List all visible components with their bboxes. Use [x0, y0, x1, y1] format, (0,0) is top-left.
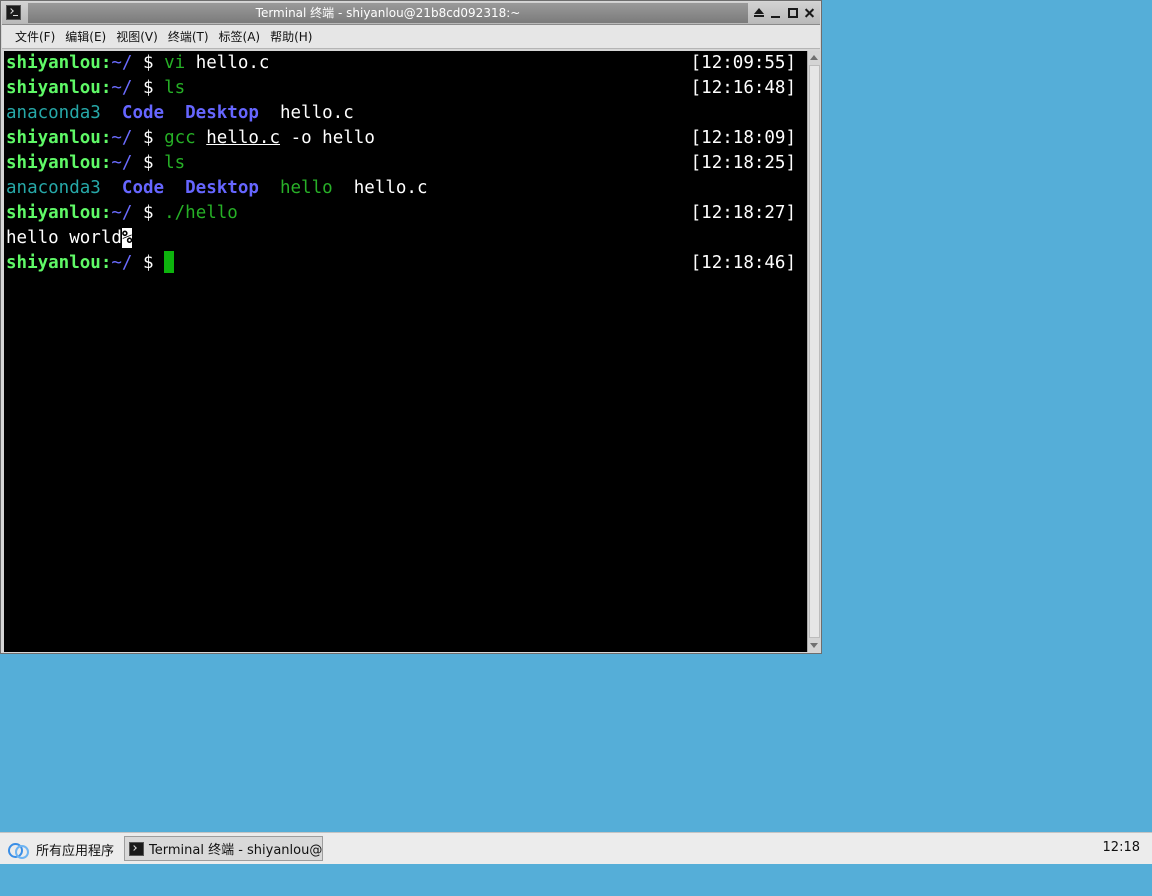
output-entry: Desktop [185, 178, 259, 198]
taskbar-window-label: Terminal 终端 - shiyanlou@··· [149, 843, 323, 858]
command: gcc [164, 128, 196, 148]
terminal-line: shiyanlou:~/ $ [12:18:46] [4, 251, 807, 276]
command-args: -o hello [290, 128, 375, 148]
prompt-user: shiyanlou [6, 203, 101, 223]
title-area[interactable]: Terminal 终端 - shiyanlou@21b8cd092318:~ [28, 3, 748, 23]
menu-terminal[interactable]: 终端(T) [163, 28, 214, 46]
prompt-path: ~/ [111, 53, 133, 73]
output-entry: Desktop [185, 103, 259, 123]
terminal-line: shiyanlou:~/ $ ls [12:16:48] [4, 76, 807, 101]
clock[interactable]: 12:18 [1103, 840, 1140, 855]
timestamp: [12:18:25] [690, 153, 796, 173]
prompt-symbol: $ [143, 203, 154, 223]
terminal-line: shiyanlou:~/ $ vi hello.c [12:09:55] [4, 51, 807, 76]
prompt-user: shiyanlou [6, 253, 101, 273]
output-entry: hello.c [353, 178, 428, 198]
menu-tabs[interactable]: 标签(A) [214, 28, 266, 46]
title-bar[interactable]: Terminal 终端 - shiyanlou@21b8cd092318:~ [2, 2, 820, 25]
terminal-line: shiyanlou:~/ $ gcc hello.c -o hello [12:1… [4, 126, 807, 151]
terminal-app-icon [129, 841, 144, 856]
window-controls [750, 4, 818, 22]
command: ./hello [164, 203, 238, 223]
prompt-user: shiyanlou [6, 128, 101, 148]
prompt-user: shiyanlou [6, 78, 101, 98]
prompt-path: ~/ [111, 203, 133, 223]
timestamp: [12:18:46] [690, 253, 796, 273]
text-cursor [164, 251, 175, 273]
terminal-screen[interactable]: shiyanlou:~/ $ vi hello.c [12:09:55] shiy… [4, 51, 807, 652]
scroll-up-icon[interactable] [808, 51, 821, 64]
taskbar: 所有应用程序 Terminal 终端 - shiyanlou@··· 12:18 [0, 832, 1152, 864]
command-file-arg: hello.c [206, 128, 281, 148]
applications-menu-label: 所有应用程序 [36, 843, 115, 859]
command-args: hello.c [195, 53, 270, 73]
output-entry: anaconda3 [6, 103, 101, 123]
terminal-app-icon[interactable] [6, 5, 21, 20]
shade-icon[interactable] [750, 4, 767, 22]
menu-file[interactable]: 文件(F) [10, 28, 60, 46]
menu-help[interactable]: 帮助(H) [265, 28, 317, 46]
terminal-output-line: anaconda3 Code Desktop hello.c [4, 101, 807, 126]
terminal-line: shiyanlou:~/ $ ls [12:18:25] [4, 151, 807, 176]
output-entry: Code [121, 178, 165, 198]
prompt-path: ~/ [111, 153, 133, 173]
menu-bar: 文件(F) 编辑(E) 视图(V) 终端(T) 标签(A) 帮助(H) [2, 25, 820, 49]
program-output: hello world [6, 228, 122, 248]
terminal-window[interactable]: Terminal 终端 - shiyanlou@21b8cd092318:~ 文… [0, 0, 822, 654]
command: vi [164, 53, 186, 73]
minimize-icon[interactable] [767, 4, 784, 22]
menu-view[interactable]: 视图(V) [111, 28, 163, 46]
menu-edit[interactable]: 编辑(E) [60, 28, 111, 46]
scroll-down-icon[interactable] [808, 639, 821, 652]
prompt-symbol: $ [143, 78, 154, 98]
window-title: Terminal 终端 - shiyanlou@21b8cd092318:~ [255, 6, 521, 20]
prompt-path: ~/ [111, 128, 133, 148]
output-entry: anaconda3 [6, 178, 101, 198]
timestamp: [12:09:55] [690, 53, 796, 73]
prompt-path: ~/ [111, 78, 133, 98]
scroll-thumb[interactable] [809, 65, 820, 638]
no-newline-marker: % [121, 228, 133, 248]
prompt-symbol: $ [143, 253, 154, 273]
timestamp: [12:18:27] [690, 203, 796, 223]
output-entry: hello [279, 178, 333, 198]
command: ls [164, 153, 186, 173]
timestamp: [12:18:09] [690, 128, 796, 148]
prompt-path: ~/ [111, 253, 133, 273]
taskbar-window-terminal[interactable]: Terminal 终端 - shiyanlou@··· [124, 836, 323, 861]
prompt-user: shiyanlou [6, 53, 101, 73]
timestamp: [12:16:48] [690, 78, 796, 98]
terminal-line: shiyanlou:~/ $ ./hello [12:18:27] [4, 201, 807, 226]
maximize-icon[interactable] [784, 4, 801, 22]
prompt-symbol: $ [143, 53, 154, 73]
prompt-symbol: $ [143, 153, 154, 173]
command: ls [164, 78, 186, 98]
terminal-output-line: anaconda3 Code Desktop hello hello.c [4, 176, 807, 201]
prompt-user: shiyanlou [6, 153, 101, 173]
output-entry: Code [121, 103, 165, 123]
applications-menu-button[interactable]: 所有应用程序 [4, 837, 120, 861]
vertical-scrollbar[interactable] [807, 51, 821, 652]
close-icon[interactable] [801, 4, 818, 22]
terminal-output-line: hello world% [4, 226, 807, 251]
output-entry: hello.c [279, 103, 354, 123]
applications-menu-icon [6, 840, 30, 859]
prompt-symbol: $ [143, 128, 154, 148]
